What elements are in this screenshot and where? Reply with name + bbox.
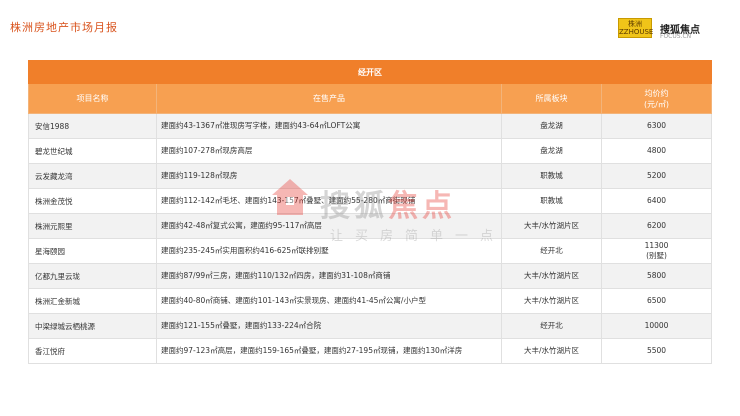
- district-row: 经开区: [28, 60, 712, 84]
- col-name-header: 项目名称: [28, 83, 157, 114]
- report-title: 株洲房地产市场月报: [10, 21, 118, 34]
- price-cell: 11300 (别墅): [601, 238, 712, 264]
- product-cell: 建面约97-123㎡高层，建面约159-165㎡叠墅，建面约27-195㎡现铺，…: [156, 338, 502, 364]
- area-cell: 职教城: [501, 163, 602, 189]
- area-cell: 大丰/水竹湖片区: [501, 338, 602, 364]
- table-row: 安信1988 建面约43-1367㎡准现房写字楼，建面约43-64㎡LOFT公寓盘…: [28, 113, 712, 139]
- product-cell: 建面约107-278㎡现房高层: [156, 138, 502, 164]
- product-cell: 建面约87/99㎡三房，建面约110/132㎡四房，建面约31-108㎡商铺: [156, 263, 502, 289]
- price-cell: 6300: [601, 113, 712, 139]
- logo-zzhouse: 株洲 ZZHOUSE: [618, 18, 654, 38]
- district-name: 经开区: [28, 60, 712, 84]
- price-cell: 4800: [601, 138, 712, 164]
- project-name-cell: 株洲金茂悦: [28, 188, 157, 214]
- table-row: 星海颐园 建面约235-245㎡实用面积约416-625㎡联排别墅 经开北 11300…: [28, 238, 712, 264]
- project-name-cell: 香江悦府: [28, 338, 157, 364]
- area-cell: 经开北: [501, 313, 602, 339]
- price-cell: 10000: [601, 313, 712, 339]
- col-price-header: 均价约 (元/㎡): [601, 83, 712, 114]
- logo-sohu-focus-sub: FOCUS.CN: [660, 33, 692, 40]
- area-cell: 大丰/水竹湖片区: [501, 288, 602, 314]
- table-header: 项目名称 在售产品 所属板块 均价约 (元/㎡): [28, 83, 712, 114]
- price-table: 经开区 项目名称 在售产品 所属板块 均价约 (元/㎡) 安信1988 建面约43…: [28, 60, 712, 364]
- project-name-cell: 株洲汇金新城: [28, 288, 157, 314]
- table-row: 株洲汇金新城 建面约40-80㎡商铺、建面约101-143㎡实景现房、建面约41-…: [28, 288, 712, 314]
- product-cell: 建面约40-80㎡商铺、建面约101-143㎡实景现房、建面约41-45㎡公寓/…: [156, 288, 502, 314]
- product-cell: 建面约121-155㎡叠墅，建面约133-224㎡合院: [156, 313, 502, 339]
- table-row: 株洲金茂悦 建面约112-142㎡毛坯、建面约143-157㎡叠墅、建面约55-2…: [28, 188, 712, 214]
- product-cell: 建面约112-142㎡毛坯、建面约143-157㎡叠墅、建面约55-280㎡商街…: [156, 188, 502, 214]
- price-cell: 6200: [601, 213, 712, 239]
- price-cell: 6500: [601, 288, 712, 314]
- area-cell: 盘龙湖: [501, 113, 602, 139]
- project-name-cell: 株洲元熙里: [28, 213, 157, 239]
- product-cell: 建面约42-48㎡复式公寓，建面约95-117㎡高层: [156, 213, 502, 239]
- project-name-cell: 安信1988: [28, 113, 157, 139]
- area-cell: 大丰/水竹湖片区: [501, 263, 602, 289]
- price-cell: 6400: [601, 188, 712, 214]
- logo-zzhouse-sub: ZZHOUSE: [619, 28, 654, 36]
- project-name-cell: 云发藏龙湾: [28, 163, 157, 189]
- table-row: 云发藏龙湾 建面约119-128㎡现房 职教城 5200: [28, 163, 712, 189]
- table-row: 中梁绿城云栖桃源 建面约121-155㎡叠墅，建面约133-224㎡合院 经开北 10…: [28, 313, 712, 339]
- product-cell: 建面约235-245㎡实用面积约416-625㎡联排别墅: [156, 238, 502, 264]
- area-cell: 职教城: [501, 188, 602, 214]
- project-name-cell: 碧龙世纪城: [28, 138, 157, 164]
- logo-sohu-focus: 搜狐焦点 FOCUS.CN: [660, 21, 700, 40]
- product-cell: 建面约119-128㎡现房: [156, 163, 502, 189]
- price-cell: 5800: [601, 263, 712, 289]
- project-name-cell: 星海颐园: [28, 238, 157, 264]
- project-name-cell: 亿都九里云珑: [28, 263, 157, 289]
- project-name-cell: 中梁绿城云栖桃源: [28, 313, 157, 339]
- col-product-header: 在售产品: [156, 83, 502, 114]
- area-cell: 盘龙湖: [501, 138, 602, 164]
- price-cell: 5500: [601, 338, 712, 364]
- product-cell: 建面约43-1367㎡准现房写字楼，建面约43-64㎡LOFT公寓: [156, 113, 502, 139]
- price-cell: 5200: [601, 163, 712, 189]
- table-row: 亿都九里云珑 建面约87/99㎡三房，建面约110/132㎡四房，建面约31-10…: [28, 263, 712, 289]
- col-area-header: 所属板块: [501, 83, 602, 114]
- table-row: 香江悦府 建面约97-123㎡高层，建面约159-165㎡叠墅，建面约27-195…: [28, 338, 712, 364]
- table-row: 株洲元熙里 建面约42-48㎡复式公寓，建面约95-117㎡高层 大丰/水竹湖片区 6…: [28, 213, 712, 239]
- table-row: 碧龙世纪城 建面约107-278㎡现房高层 盘龙湖 4800: [28, 138, 712, 164]
- logo-zzhouse-text: 株洲: [628, 20, 642, 28]
- area-cell: 经开北: [501, 238, 602, 264]
- area-cell: 大丰/水竹湖片区: [501, 213, 602, 239]
